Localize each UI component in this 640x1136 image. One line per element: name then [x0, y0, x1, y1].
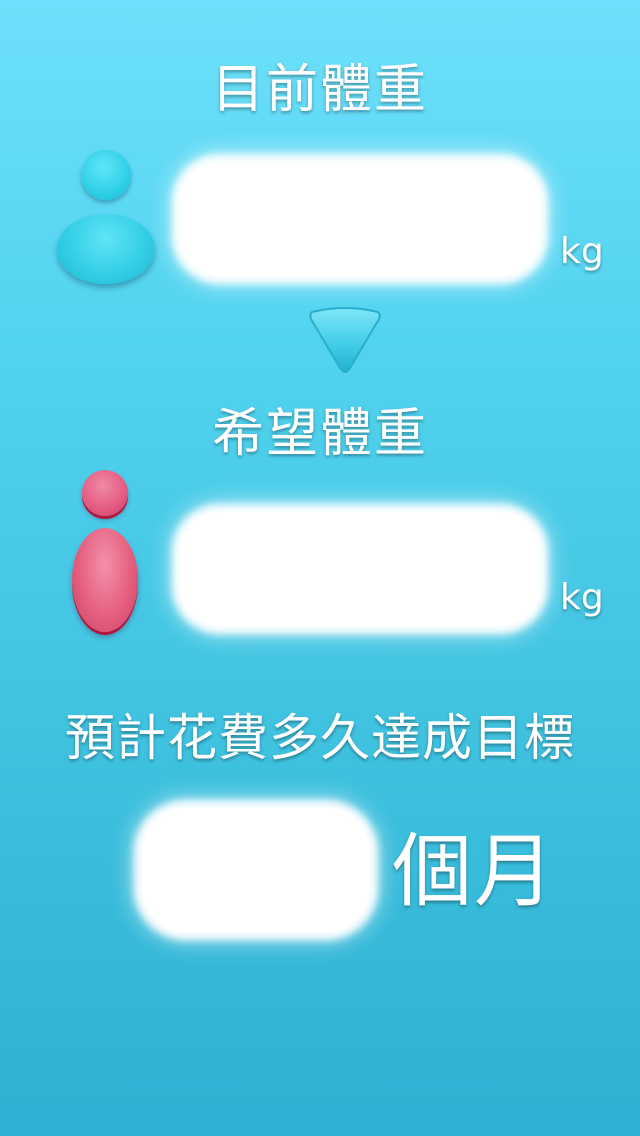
target-weight-field[interactable] — [180, 512, 540, 626]
target-person-body — [72, 528, 138, 632]
current-person-body — [57, 214, 155, 284]
months-field[interactable] — [142, 808, 370, 932]
current-weight-title: 目前體重 — [211, 60, 428, 120]
months-unit: 個月 — [392, 825, 556, 918]
target-weight-title: 希望體重 — [211, 404, 428, 464]
arrow-down-icon — [309, 307, 381, 373]
duration-title: 預計花費多久達成目標 — [65, 709, 575, 767]
target-weight-unit: kg — [560, 577, 604, 618]
current-person-head — [81, 150, 131, 200]
current-weight-unit: kg — [560, 231, 604, 272]
target-person-head — [82, 470, 128, 516]
current-weight-field[interactable] — [180, 162, 540, 276]
